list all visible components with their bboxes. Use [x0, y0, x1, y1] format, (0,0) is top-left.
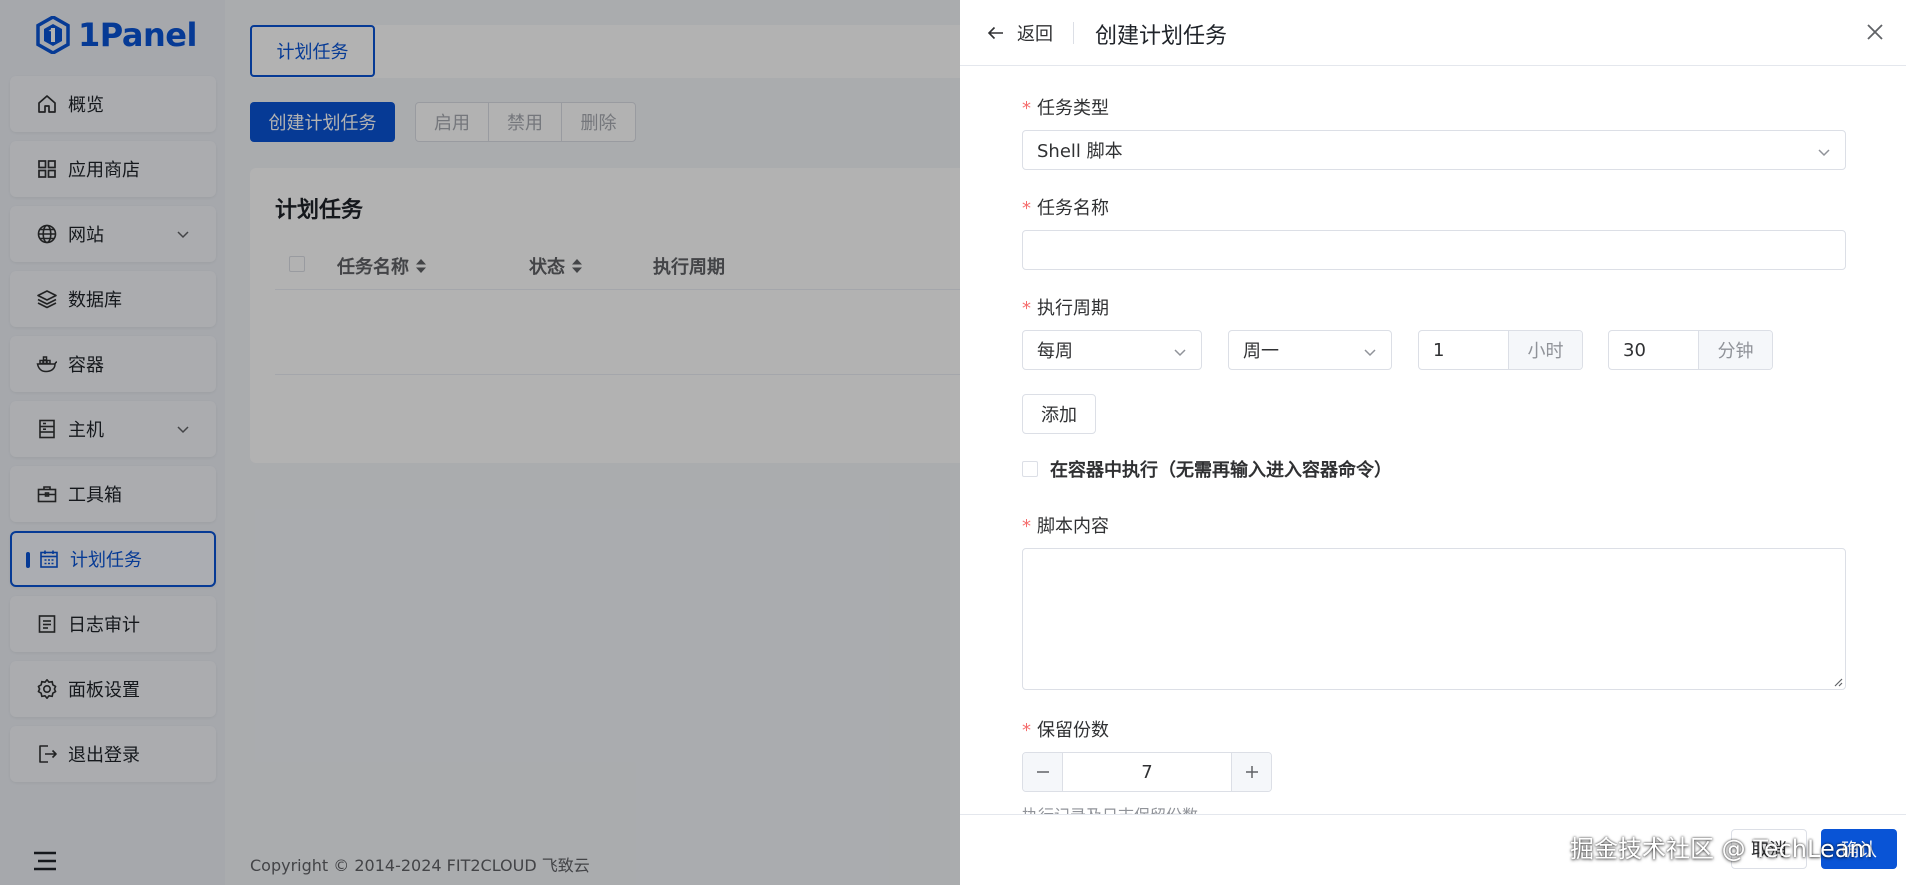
plus-icon: [1245, 766, 1258, 778]
select-value: 每周: [1037, 341, 1073, 362]
minute-unit: 分钟: [1698, 331, 1772, 369]
in-container-option[interactable]: 在容器中执行（无需再输入进入容器命令）: [1022, 456, 1392, 482]
script-label: * 脚本内容: [1022, 512, 1109, 538]
increase-button[interactable]: [1231, 753, 1271, 791]
cycle-weekday-select[interactable]: 周一: [1228, 330, 1392, 370]
chevron-down-icon: [1364, 349, 1376, 357]
in-container-checkbox[interactable]: [1022, 461, 1038, 477]
modal-overlay[interactable]: [0, 0, 960, 885]
task-name-input[interactable]: [1022, 230, 1846, 270]
cycle-period-select[interactable]: 每周: [1022, 330, 1202, 370]
add-cycle-button[interactable]: 添加: [1022, 394, 1096, 434]
decrease-button[interactable]: [1023, 753, 1063, 791]
label-text: 保留份数: [1037, 720, 1109, 741]
required-mark: *: [1022, 98, 1031, 119]
task-type-label: * 任务类型: [1022, 94, 1109, 120]
checkbox-label: 在容器中执行（无需再输入进入容器命令）: [1050, 460, 1392, 481]
retain-label: * 保留份数: [1022, 716, 1109, 742]
required-mark: *: [1022, 516, 1031, 537]
required-mark: *: [1022, 198, 1031, 219]
back-label: 返回: [1017, 24, 1053, 45]
resize-handle-icon[interactable]: [1833, 677, 1843, 687]
cycle-minute-input[interactable]: 30 分钟: [1608, 330, 1773, 370]
select-value: Shell 脚本: [1037, 141, 1123, 162]
arrow-left-icon: [987, 26, 1003, 40]
label-text: 脚本内容: [1037, 516, 1109, 537]
script-textarea[interactable]: [1022, 548, 1846, 690]
close-icon[interactable]: [1865, 22, 1885, 42]
watermark: 掘金技术社区 @ TechLeam: [1570, 835, 1873, 863]
cycle-hour-input[interactable]: 1 小时: [1418, 330, 1583, 370]
required-mark: *: [1022, 720, 1031, 741]
create-cronjob-drawer: 返回 创建计划任务 * 任务类型 Shell 脚本 * 任务名称 * 执行周期 每周 …: [960, 0, 1906, 885]
retain-stepper[interactable]: 7: [1022, 752, 1272, 792]
cycle-label: * 执行周期: [1022, 294, 1109, 320]
retain-hint: 执行记录及日志保留份数: [1022, 802, 1198, 814]
required-mark: *: [1022, 298, 1031, 319]
hour-unit: 小时: [1508, 331, 1582, 369]
retain-value: 7: [1141, 761, 1153, 783]
header-divider: [1073, 22, 1074, 44]
select-value: 周一: [1243, 341, 1279, 362]
label-text: 执行周期: [1037, 298, 1109, 319]
hour-value: 1: [1433, 339, 1445, 361]
drawer-title: 创建计划任务: [1095, 24, 1228, 49]
minute-value: 30: [1623, 339, 1646, 361]
task-name-label: * 任务名称: [1022, 194, 1109, 220]
task-type-select[interactable]: Shell 脚本: [1022, 130, 1846, 170]
back-button[interactable]: 返回: [987, 20, 1053, 46]
chevron-down-icon: [1174, 349, 1186, 357]
drawer-header: 返回 创建计划任务: [960, 0, 1906, 66]
label-text: 任务类型: [1037, 98, 1109, 119]
cronjob-form: * 任务类型 Shell 脚本 * 任务名称 * 执行周期 每周 周一 1 小时 30: [960, 66, 1906, 814]
label-text: 任务名称: [1037, 198, 1109, 219]
minus-icon: [1036, 771, 1049, 773]
chevron-down-icon: [1818, 149, 1830, 157]
